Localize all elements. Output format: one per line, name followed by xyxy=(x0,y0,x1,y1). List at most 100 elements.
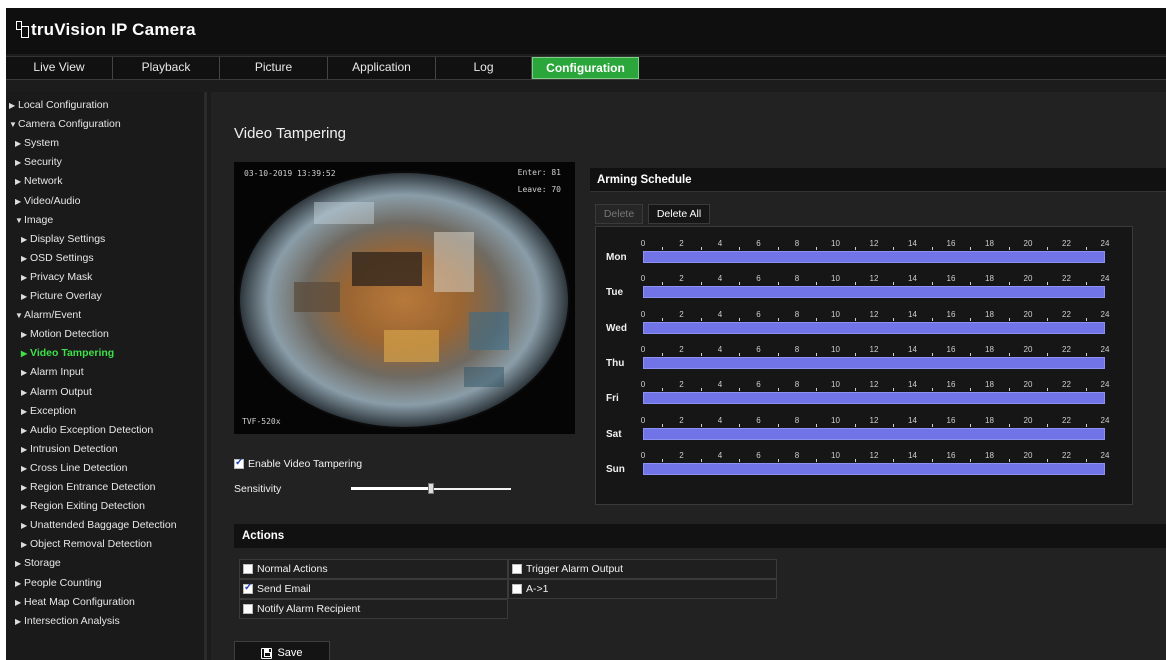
sidebar-item-label: OSD Settings xyxy=(30,251,94,264)
sidebar-item[interactable]: ▼Image xyxy=(15,212,53,228)
sidebar-item[interactable]: ▶ People Counting xyxy=(15,575,102,591)
hour-tick-mark xyxy=(1085,247,1087,250)
collapsed-arrow-icon: ▶ xyxy=(15,177,22,187)
hour-tick-mark xyxy=(739,423,741,427)
schedule-segment[interactable] xyxy=(643,356,1105,369)
sidebar-item-label: Video Tampering xyxy=(30,347,115,360)
hour-tick-label: 16 xyxy=(946,274,956,284)
schedule-track[interactable] xyxy=(643,251,1105,263)
hour-tick-mark xyxy=(700,388,702,392)
sidebar-item[interactable]: ▶ Region Entrance Detection xyxy=(21,479,156,495)
sidebar-item[interactable]: ▶ Unattended Baggage Detection xyxy=(21,517,177,533)
schedule-segment[interactable] xyxy=(643,462,1105,475)
sidebar-item[interactable]: ▶ Display Settings xyxy=(21,231,105,247)
sidebar-item[interactable]: ▶ Region Exiting Detection xyxy=(21,498,145,514)
normal-actions-checkbox[interactable] xyxy=(243,564,253,574)
sidebar-item[interactable]: ▶ Local Configuration xyxy=(9,97,108,113)
collapsed-arrow-icon: ▶ xyxy=(21,540,28,550)
schedule-track[interactable] xyxy=(643,356,1105,369)
slider-thumb[interactable] xyxy=(428,483,434,494)
slider-fill xyxy=(351,487,431,490)
schedule-segment[interactable] xyxy=(643,392,1105,405)
sidebar-item[interactable]: ▶ Picture Overlay xyxy=(21,288,102,304)
hour-tick-label: 8 xyxy=(794,450,800,460)
collapsed-arrow-icon: ▶ xyxy=(15,196,22,206)
hour-tick-label: 8 xyxy=(794,309,800,319)
tab-configuration[interactable]: Configuration xyxy=(532,57,639,79)
sidebar-item[interactable]: ▶ Cross Line Detection xyxy=(21,460,127,476)
hour-tick-label: 2 xyxy=(679,344,684,354)
notify-alarm-recipient-checkbox[interactable] xyxy=(243,604,253,614)
enable-video-tampering-checkbox[interactable] xyxy=(234,457,244,469)
sidebar-item[interactable]: ▼Camera Configuration xyxy=(9,116,121,132)
sidebar-item[interactable]: ▶ Video Tampering xyxy=(21,345,114,361)
hour-tick-mark xyxy=(1008,388,1010,392)
schedule-track[interactable] xyxy=(643,462,1105,475)
hour-tick-label: 12 xyxy=(869,450,879,460)
hour-tick-label: 20 xyxy=(1023,380,1033,390)
delete-button[interactable]: Delete xyxy=(595,204,643,224)
actions-header: Actions xyxy=(234,524,1166,548)
day-label: Thu xyxy=(606,357,625,369)
sidebar-item[interactable]: ▶ Object Removal Detection xyxy=(21,536,152,552)
send-email-checkbox[interactable] xyxy=(243,582,253,594)
sidebar-item[interactable]: ▶ Network xyxy=(15,173,63,189)
schedule-segment[interactable] xyxy=(643,321,1105,334)
sidebar-item-label: Video/Audio xyxy=(24,194,81,207)
hour-tick-mark xyxy=(662,458,664,462)
hour-tick-label: 22 xyxy=(1062,274,1071,284)
sensitivity-slider[interactable] xyxy=(351,483,511,494)
schedule-segment[interactable] xyxy=(643,286,1105,299)
schedule-track[interactable] xyxy=(643,427,1105,440)
hour-tick-label: 12 xyxy=(869,380,879,390)
collapsed-arrow-icon: ▶ xyxy=(15,578,22,588)
osd-timestamp: 03-10-2019 13:39:52 xyxy=(244,169,336,178)
sidebar-item[interactable]: ▶ Exception xyxy=(21,403,76,419)
sidebar-item[interactable]: ▶ Alarm Output xyxy=(21,384,92,400)
tab-picture[interactable]: Picture xyxy=(220,57,328,79)
sidebar-item[interactable]: ▶ Security xyxy=(15,154,62,170)
sidebar-item[interactable]: ▶ OSD Settings xyxy=(21,250,94,266)
sidebar-item[interactable]: ▶ Privacy Mask xyxy=(21,269,92,285)
tab-log[interactable]: Log xyxy=(436,57,532,79)
sidebar-item[interactable]: ▶ Audio Exception Detection xyxy=(21,422,153,438)
sidebar-item[interactable]: ▶ Motion Detection xyxy=(21,326,109,342)
alarm-output-a1-checkbox[interactable] xyxy=(512,584,522,594)
sidebar-item-label: Alarm Output xyxy=(30,385,92,398)
hour-tick-mark xyxy=(931,247,933,250)
sidebar-item-label: Camera Configuration xyxy=(18,118,121,131)
collapsed-arrow-icon: ▶ xyxy=(21,521,28,531)
schedule-segment[interactable] xyxy=(643,427,1105,440)
hour-tick-mark xyxy=(777,282,779,286)
hour-tick-label: 22 xyxy=(1062,415,1071,425)
sidebar-item[interactable]: ▶ Alarm Input xyxy=(21,364,84,380)
hour-tick-mark xyxy=(893,247,895,250)
tab-playback[interactable]: Playback xyxy=(113,57,220,79)
schedule-segment[interactable] xyxy=(643,251,1105,263)
sidebar-item[interactable]: ▶ Video/Audio xyxy=(15,193,80,209)
schedule-track[interactable] xyxy=(643,392,1105,405)
hour-tick-label: 18 xyxy=(985,415,994,425)
schedule-grid: Mon 0 2 4 6 8 10 12 14 16 18 20 22 24 Tue 0 2 4 6 8 10 12 14 16… xyxy=(595,226,1133,505)
sidebar-item[interactable]: ▼Alarm/Event xyxy=(15,307,81,323)
delete-all-button[interactable]: Delete All xyxy=(648,204,710,224)
sidebar-item-label: Intersection Analysis xyxy=(24,614,120,627)
trigger-alarm-output-checkbox[interactable] xyxy=(512,564,522,574)
sidebar-item[interactable]: ▶ Intersection Analysis xyxy=(15,613,120,629)
sidebar-item[interactable]: ▶ Storage xyxy=(15,555,61,571)
expanded-arrow-icon: ▼ xyxy=(9,120,17,130)
sidebar-item-label: Picture Overlay xyxy=(30,290,102,302)
tab-live-view[interactable]: Live View xyxy=(6,57,113,79)
schedule-track[interactable] xyxy=(643,321,1105,334)
sidebar-item[interactable]: ▶ Heat Map Configuration xyxy=(15,594,135,610)
sidebar-item-label: Exception xyxy=(30,404,77,417)
collapsed-arrow-icon: ▶ xyxy=(15,158,22,168)
hour-tick-label: 0 xyxy=(640,239,646,248)
tab-application[interactable]: Application xyxy=(328,57,436,79)
sidebar-item[interactable]: ▶ System xyxy=(15,135,59,151)
sidebar-item[interactable]: ▶ Intrusion Detection xyxy=(21,441,118,457)
schedule-track[interactable] xyxy=(643,286,1105,299)
collapsed-arrow-icon: ▶ xyxy=(21,368,28,378)
collapsed-arrow-icon: ▶ xyxy=(21,483,28,492)
save-button[interactable]: Save xyxy=(234,641,330,660)
